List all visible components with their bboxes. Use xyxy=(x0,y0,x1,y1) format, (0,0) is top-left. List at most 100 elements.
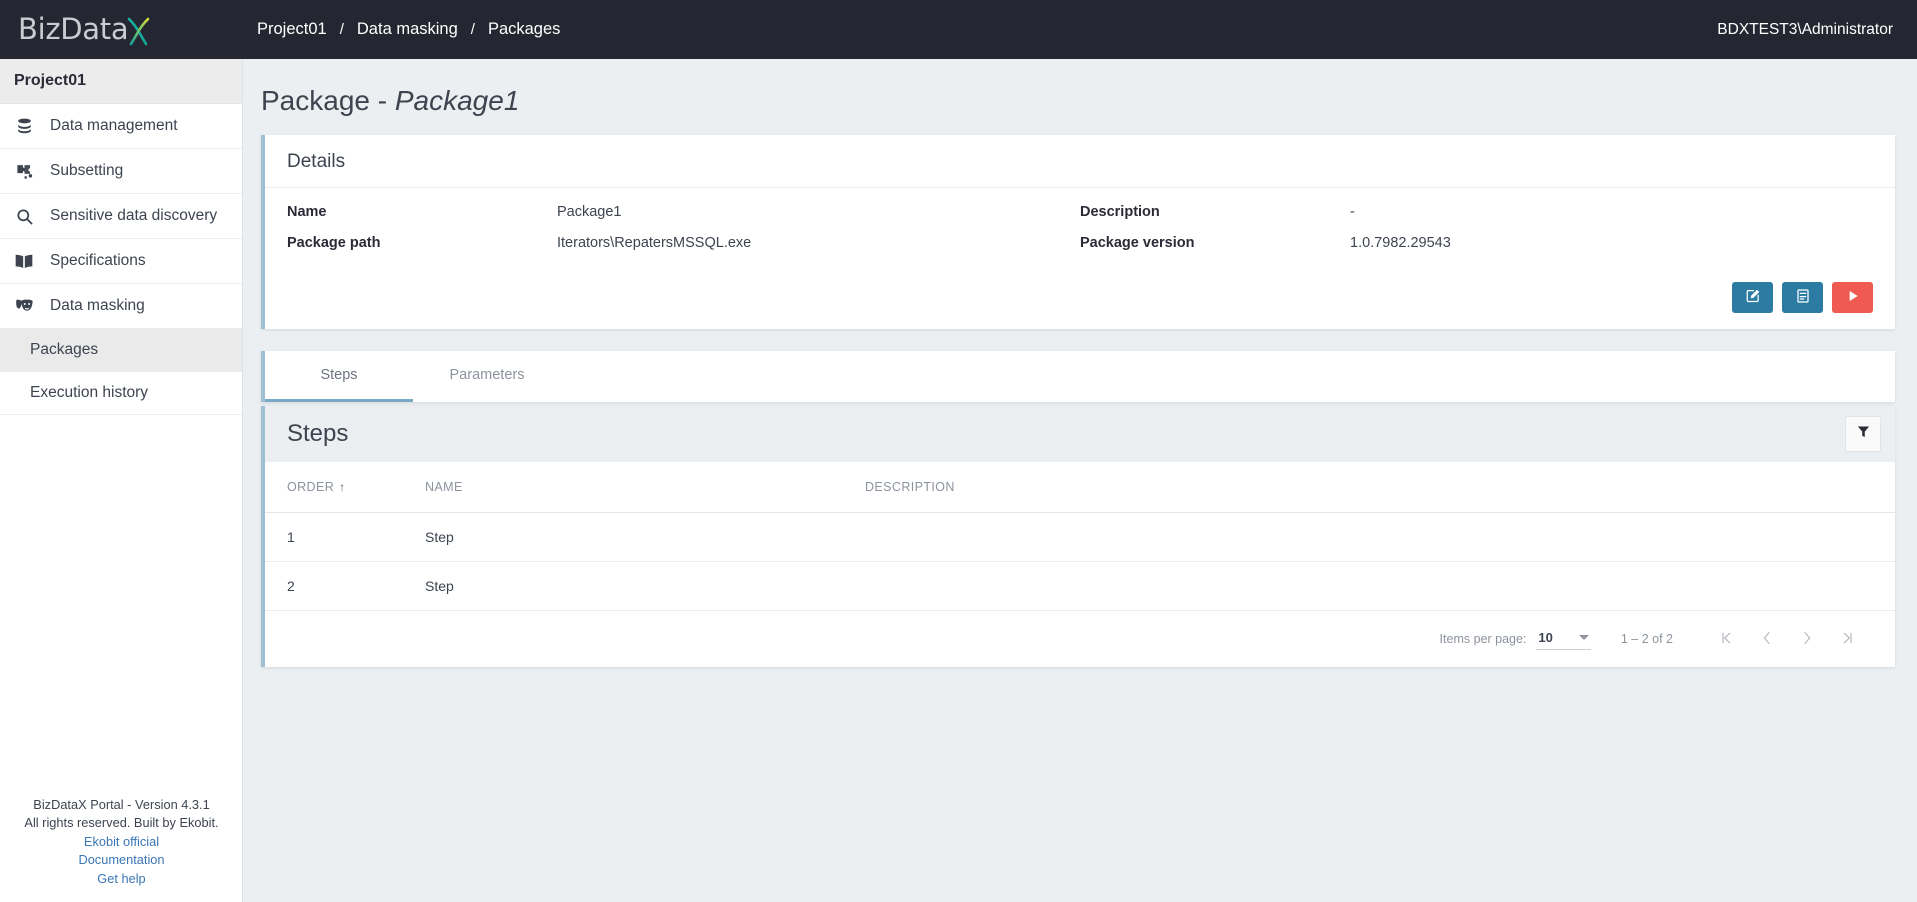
database-icon xyxy=(12,114,36,138)
items-per-page-label: Items per page: xyxy=(1439,632,1527,646)
details-field-package-version: Package version 1.0.7982.29543 xyxy=(1080,235,1873,251)
column-header-label: NAME xyxy=(425,480,463,494)
footer-link-get-help[interactable]: Get help xyxy=(0,870,243,889)
sort-ascending-icon: ↑ xyxy=(339,480,346,494)
cell-name: Step xyxy=(425,512,865,562)
app-logo[interactable]: BizData xyxy=(0,0,243,59)
table-row[interactable]: 2 Step xyxy=(265,561,1895,611)
footer-link-documentation[interactable]: Documentation xyxy=(0,851,243,870)
steps-title: Steps xyxy=(287,420,349,447)
main-content: Package - Package1 Details Name Package1… xyxy=(243,59,1917,902)
cell-description xyxy=(865,561,1895,611)
previous-page-icon xyxy=(1759,630,1775,649)
details-field-name: Name Package1 xyxy=(287,204,1080,220)
sidebar-item-label: Specifications xyxy=(50,252,146,269)
page-title-name: Package1 xyxy=(394,85,520,116)
steps-table-head: ORDER ↑ NAME DESCRIPTION xyxy=(265,462,1895,513)
sidebar-subitem-packages[interactable]: Packages xyxy=(0,329,242,372)
steps-header-row: ORDER ↑ NAME DESCRIPTION xyxy=(265,462,1895,513)
footer-version: BizDataX Portal - Version 4.3.1 xyxy=(33,796,210,812)
details-label: Name xyxy=(287,204,327,220)
logo-text-label: BizData xyxy=(18,11,129,46)
first-page-button[interactable] xyxy=(1707,619,1747,659)
steps-table: ORDER ↑ NAME DESCRIPTION 1 Step 2 Step xyxy=(265,462,1895,611)
tab-parameters[interactable]: Parameters xyxy=(413,351,561,402)
details-label: Package path xyxy=(287,235,381,251)
tab-label: Steps xyxy=(320,367,358,383)
column-header-label: ORDER xyxy=(287,480,335,494)
details-row: Package path Iterators\RepatersMSSQL.exe… xyxy=(287,235,1873,251)
filter-funnel-icon xyxy=(1856,424,1871,444)
sidebar-subitem-label: Execution history xyxy=(30,384,149,401)
current-user-label[interactable]: BDXTEST3\Administrator xyxy=(1717,21,1917,39)
column-header-name[interactable]: NAME xyxy=(425,462,865,513)
sidebar-item-data-management[interactable]: Data management xyxy=(0,104,242,149)
chevron-down-icon xyxy=(1578,635,1589,640)
page-title: Package - Package1 xyxy=(243,59,1917,135)
previous-page-button[interactable] xyxy=(1747,619,1787,659)
edit-square-icon xyxy=(1745,288,1761,307)
last-page-icon xyxy=(1839,630,1855,649)
details-row: Name Package1 Description - xyxy=(287,204,1873,220)
footer-link-ekobit-official[interactable]: Ekobit official xyxy=(0,833,243,852)
details-value: 1.0.7982.29543 xyxy=(1350,235,1451,251)
puzzle-icon xyxy=(12,159,36,183)
run-button[interactable] xyxy=(1832,282,1873,313)
details-value: Package1 xyxy=(557,204,622,220)
edit-button[interactable] xyxy=(1732,282,1773,313)
last-page-button[interactable] xyxy=(1827,619,1867,659)
sidebar-item-subsetting[interactable]: Subsetting xyxy=(0,149,242,194)
tabs-bar: Steps Parameters xyxy=(261,351,1895,402)
steps-card: Steps ORDER ↑ NAME DESCRIPTION 1 Step 2 … xyxy=(261,406,1895,667)
table-row[interactable]: 1 Step xyxy=(265,512,1895,562)
cell-description xyxy=(865,512,1895,562)
details-card-actions xyxy=(265,276,1895,329)
logo-x-icon xyxy=(122,14,156,48)
page-title-prefix: Package - xyxy=(261,85,395,116)
column-header-description[interactable]: DESCRIPTION xyxy=(865,462,1895,513)
theater-masks-icon xyxy=(12,294,36,318)
sidebar-item-sensitive-data-discovery[interactable]: Sensitive data discovery xyxy=(0,194,242,239)
details-value: Iterators\RepatersMSSQL.exe xyxy=(557,235,752,251)
cell-order: 1 xyxy=(265,512,425,562)
first-page-icon xyxy=(1719,630,1735,649)
sidebar-item-data-masking[interactable]: Data masking xyxy=(0,284,242,329)
sidebar-subitem-execution-history[interactable]: Execution history xyxy=(0,372,242,415)
play-icon xyxy=(1845,288,1861,307)
sidebar-subitem-label: Packages xyxy=(30,341,99,358)
report-button[interactable] xyxy=(1782,282,1823,313)
details-field-description: Description - xyxy=(1080,204,1873,220)
top-bar: BizData Project01 / Data masking / Packa… xyxy=(0,0,1917,59)
column-header-order[interactable]: ORDER ↑ xyxy=(265,462,425,513)
pagination-range-label: 1 – 2 of 2 xyxy=(1620,632,1673,646)
sidebar-project-header: Project01 xyxy=(0,59,242,104)
sidebar-item-label: Sensitive data discovery xyxy=(50,207,218,224)
details-field-package-path: Package path Iterators\RepatersMSSQL.exe xyxy=(287,235,1080,251)
details-value: - xyxy=(1350,204,1355,220)
filter-button[interactable] xyxy=(1845,416,1881,452)
breadcrumb-item-data-masking[interactable]: Data masking xyxy=(357,20,458,39)
steps-table-body: 1 Step 2 Step xyxy=(265,512,1895,611)
column-header-label: DESCRIPTION xyxy=(865,480,955,494)
items-per-page-value: 10 xyxy=(1538,630,1553,645)
details-card-header: Details xyxy=(265,135,1895,188)
footer-rights: All rights reserved. Built by Ekobit. xyxy=(24,815,219,830)
breadcrumb: Project01 / Data masking / Packages xyxy=(257,20,560,39)
next-page-icon xyxy=(1799,630,1815,649)
breadcrumb-separator: / xyxy=(470,21,475,38)
sidebar: Project01 Data management Subsetting Sen… xyxy=(0,59,243,902)
breadcrumb-separator: / xyxy=(339,21,344,38)
book-icon xyxy=(12,249,36,273)
search-icon xyxy=(12,204,36,228)
tab-label: Parameters xyxy=(449,367,525,383)
items-per-page-select[interactable]: 10 xyxy=(1536,628,1591,650)
breadcrumb-item-project[interactable]: Project01 xyxy=(257,20,327,39)
next-page-button[interactable] xyxy=(1787,619,1827,659)
cell-order: 2 xyxy=(265,561,425,611)
sidebar-item-label: Subsetting xyxy=(50,162,124,179)
details-card: Details Name Package1 Description - Pack… xyxy=(261,135,1895,329)
details-label: Description xyxy=(1080,204,1160,220)
breadcrumb-item-packages[interactable]: Packages xyxy=(488,20,560,39)
tab-steps[interactable]: Steps xyxy=(265,351,413,402)
sidebar-item-specifications[interactable]: Specifications xyxy=(0,239,242,284)
